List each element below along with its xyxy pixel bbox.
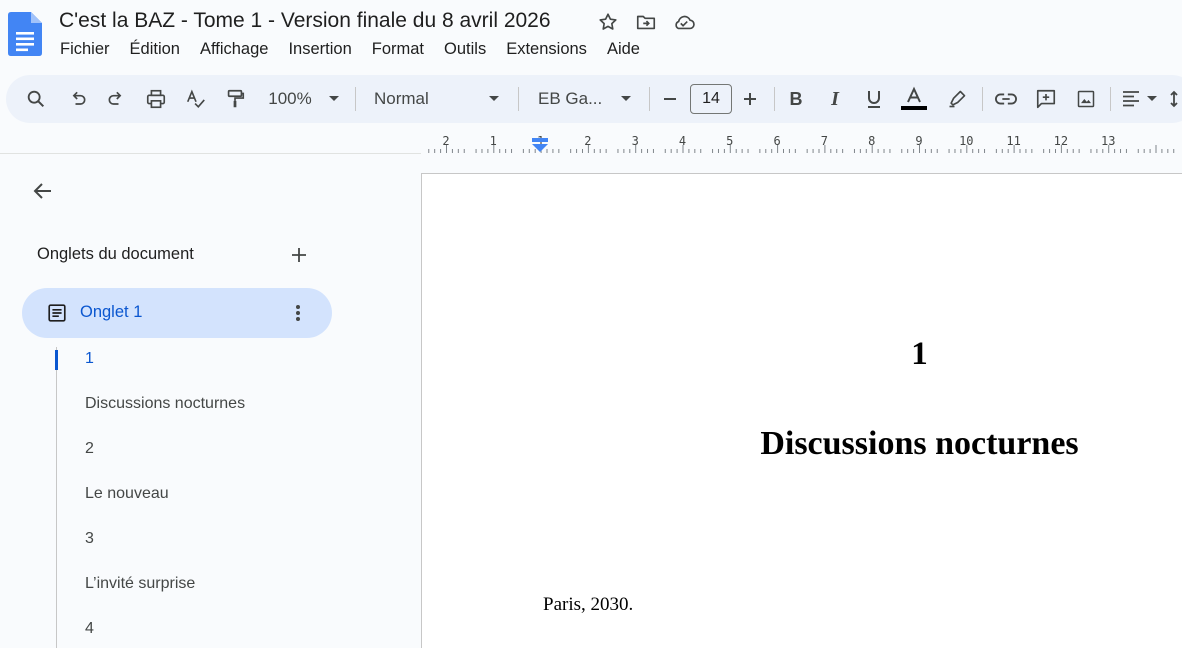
document-page[interactable]: 1 Discussions nocturnes Paris, 2030. [421, 173, 1182, 648]
ruler-label: 13 [1101, 134, 1115, 148]
style-chevron-down-icon[interactable] [484, 75, 504, 123]
ruler-label: 1 [490, 134, 497, 148]
toolbar-divider [649, 87, 650, 111]
comment-icon[interactable] [1032, 75, 1060, 123]
document-icon [48, 304, 66, 322]
outline-item[interactable]: 1 [85, 350, 94, 368]
text-color-icon[interactable] [899, 75, 929, 123]
zoom-select[interactable]: 100% [264, 75, 316, 123]
chapter-number: 1 [911, 336, 928, 372]
document-tabs-panel: Onglets du document Onglet 1 1 Discussio… [0, 153, 421, 648]
highlight-icon[interactable] [944, 75, 970, 123]
toolbar-divider [982, 87, 983, 111]
outline-item[interactable]: L’invité surprise [85, 575, 195, 593]
toolbar-divider [1110, 87, 1111, 111]
search-icon[interactable] [22, 75, 50, 123]
outline-guide-line [56, 347, 57, 648]
outline-item[interactable]: Discussions nocturnes [85, 395, 245, 413]
ruler-label: 6 [773, 134, 780, 148]
ruler-label: 4 [679, 134, 686, 148]
panel-heading: Onglets du document [37, 245, 194, 263]
menu-insert[interactable]: Insertion [278, 38, 361, 63]
bold-icon[interactable]: B [783, 75, 809, 123]
menu-edit[interactable]: Édition [120, 38, 190, 63]
align-left-icon[interactable] [1119, 75, 1143, 123]
outline-item[interactable]: 2 [85, 440, 94, 458]
outline-active-indicator [55, 350, 58, 370]
ruler-label: 9 [915, 134, 922, 148]
link-icon[interactable] [992, 75, 1020, 123]
toolbar-divider [518, 87, 519, 111]
ruler-label: 2 [442, 134, 449, 148]
menu-format[interactable]: Format [362, 38, 434, 63]
align-chevron-down-icon[interactable] [1144, 75, 1160, 123]
italic-icon[interactable]: I [822, 75, 848, 123]
ruler-label: 8 [868, 134, 875, 148]
menu-file[interactable]: Fichier [50, 38, 120, 63]
horizontal-ruler[interactable]: 2112345678910111213 [420, 128, 1182, 154]
font-select[interactable]: EB Ga... [538, 75, 606, 123]
image-icon[interactable] [1072, 75, 1100, 123]
menu-help[interactable]: Aide [597, 38, 650, 63]
title-bar: C'est la BAZ - Tome 1 - Version finale d… [0, 0, 1182, 72]
back-arrow-icon[interactable] [28, 176, 58, 206]
ruler-label: 10 [959, 134, 973, 148]
ruler-label: 12 [1054, 134, 1068, 148]
document-title[interactable]: C'est la BAZ - Tome 1 - Version finale d… [59, 9, 551, 33]
menu-bar: Fichier Édition Affichage Insertion Form… [50, 38, 650, 63]
tab-label: Onglet 1 [80, 303, 143, 321]
menu-tools[interactable]: Outils [434, 38, 496, 63]
style-select[interactable]: Normal [374, 75, 444, 123]
ruler-label: 2 [584, 134, 591, 148]
move-to-folder-icon[interactable] [634, 10, 658, 34]
star-icon[interactable] [596, 10, 620, 34]
spellcheck-icon[interactable] [182, 75, 210, 123]
undo-icon[interactable] [64, 75, 92, 123]
line-spacing-icon[interactable] [1168, 75, 1182, 123]
toolbar-divider [355, 87, 356, 111]
underline-icon[interactable] [861, 75, 887, 123]
body-paragraph: Paris, 2030. [543, 594, 634, 615]
redo-icon[interactable] [102, 75, 130, 123]
docs-logo-icon[interactable] [8, 12, 42, 56]
ruler-label: 3 [632, 134, 639, 148]
zoom-chevron-down-icon[interactable] [324, 75, 344, 123]
ruler-label: 11 [1006, 134, 1020, 148]
toolbar: 100% Normal EB Ga... 14 B I [6, 75, 1182, 123]
menu-extensions[interactable]: Extensions [496, 38, 597, 63]
ruler-label: 7 [821, 134, 828, 148]
outline-item[interactable]: Le nouveau [85, 485, 169, 503]
add-tab-plus-icon[interactable] [286, 242, 312, 268]
tab-onglet-1[interactable]: Onglet 1 [22, 288, 332, 338]
outline-item[interactable]: 3 [85, 530, 94, 548]
chapter-title: Discussions nocturnes [760, 425, 1079, 462]
font-chevron-down-icon[interactable] [616, 75, 636, 123]
toolbar-divider [774, 87, 775, 111]
first-line-indent-marker[interactable] [532, 138, 548, 142]
decrease-font-size-icon[interactable] [658, 75, 682, 123]
ruler-label: 5 [726, 134, 733, 148]
print-icon[interactable] [142, 75, 170, 123]
outline-item[interactable]: 4 [85, 620, 94, 638]
cloud-saved-icon[interactable] [672, 10, 696, 34]
more-vert-icon[interactable] [286, 301, 310, 325]
paint-format-icon[interactable] [221, 75, 249, 123]
font-size-input[interactable]: 14 [690, 84, 732, 114]
increase-font-size-icon[interactable] [738, 75, 762, 123]
menu-view[interactable]: Affichage [190, 38, 279, 63]
